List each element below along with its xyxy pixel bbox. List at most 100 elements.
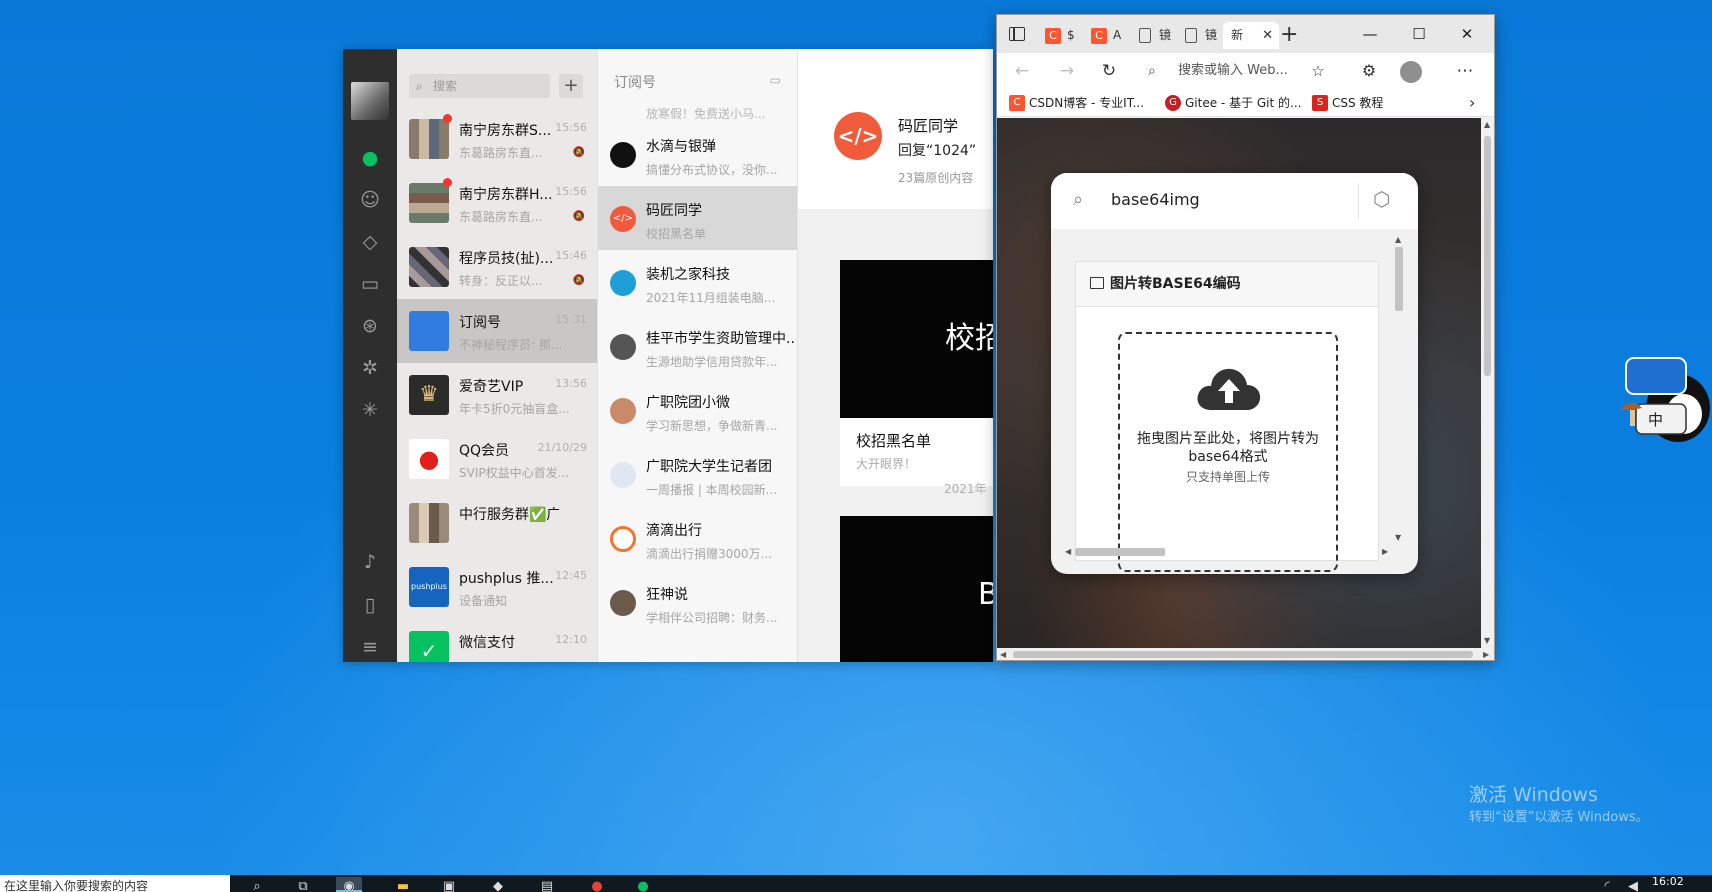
new-tab-button[interactable]: + — [1280, 23, 1298, 47]
article-card[interactable]: 校招 校招黑名单 大开眼界！ — [840, 260, 993, 486]
bookmark-gitee[interactable]: G Gitee - 基于 Git 的... — [1165, 94, 1301, 112]
forward-icon[interactable]: → — [1052, 58, 1082, 84]
scroll-thumb[interactable] — [1484, 136, 1491, 376]
task-view-icon[interactable]: ⧉ — [290, 877, 316, 892]
taskbar-search[interactable]: 在这里输入你要搜索的内容 — [0, 875, 230, 892]
more-menu-icon[interactable]: ⋯ — [1450, 58, 1480, 84]
scroll-down-icon[interactable]: ▼ — [1395, 533, 1401, 542]
dropzone-hint: 只支持单图上传 — [1185, 470, 1270, 484]
chat-item[interactable]: 程序员技(扯)... 15:46 转身：反正以... 🔕 — [397, 235, 597, 299]
add-button[interactable]: + — [559, 74, 583, 98]
popup-vertical-scrollbar[interactable]: ▲ ▼ — [1392, 235, 1406, 545]
chevron-right-icon[interactable]: › — [1469, 93, 1475, 112]
menu-icon[interactable]: ≡ — [355, 634, 385, 660]
account-logo[interactable]: </> — [834, 112, 882, 160]
scroll-thumb[interactable] — [1075, 548, 1165, 556]
subscription-item[interactable]: 滴滴出行 滴滴出行捐赠3000万... — [598, 506, 798, 570]
settings-icon[interactable]: ⬡ — [1373, 187, 1390, 211]
scroll-up-icon[interactable]: ▲ — [1395, 235, 1401, 244]
chat-item[interactable]: 中行服务群✅广... — [397, 491, 597, 555]
subscription-name: 狂神说 — [646, 587, 688, 603]
chat-item[interactable]: ♛ 爱奇艺VIP 13:56 年卡5折0元抽盲盒... — [397, 363, 597, 427]
phone-icon[interactable]: ▯ — [355, 592, 385, 618]
tab-strip: C $ C A 镜 镜 新 ✕ + — ☐ ✕ — [997, 15, 1494, 53]
window-icon[interactable]: ▭ — [770, 73, 781, 87]
edge-taskbar-icon[interactable]: ◉ — [336, 877, 362, 892]
article-cover: B — [840, 516, 993, 662]
file-explorer-icon[interactable]: ▬ — [390, 877, 416, 892]
chat-icon[interactable]: ● — [355, 145, 385, 171]
tab-active[interactable]: 新 ✕ — [1223, 22, 1279, 49]
moments-icon[interactable]: ⊛ — [355, 313, 385, 339]
page-vertical-scrollbar[interactable]: ▲ ▼ — [1481, 118, 1494, 648]
tab[interactable]: C $ — [1039, 22, 1085, 49]
mute-icon: 🔕 — [572, 211, 585, 222]
favorite-star-icon[interactable]: ☆ — [1303, 58, 1333, 84]
tab-actions-icon[interactable] — [1009, 27, 1025, 41]
store-icon[interactable]: ▣ — [436, 877, 462, 892]
scroll-right-icon[interactable]: ▶ — [1483, 650, 1489, 659]
article-card[interactable]: B — [840, 516, 993, 662]
terminal-icon[interactable]: ▤ — [534, 877, 560, 892]
scroll-down-icon[interactable]: ▼ — [1484, 636, 1490, 645]
close-window-button[interactable]: ✕ — [1447, 21, 1487, 47]
chat-item[interactable]: ✓ 微信支付 12:10 — [397, 619, 597, 662]
tab[interactable]: 镜 — [1177, 22, 1223, 49]
crown-icon: ♛ — [409, 375, 449, 415]
chat-item[interactable]: ● QQ会员 21/10/29 SVIP权益中心首发... — [397, 427, 597, 491]
subscription-item[interactable]: 广职院大学生记者团 一周播报 | 本周校园新... — [598, 442, 798, 506]
close-tab-icon[interactable]: ✕ — [1262, 22, 1273, 49]
scroll-thumb[interactable] — [1395, 247, 1403, 311]
image-dropzone[interactable]: 拖曳图片至此处，将图片转为base64格式 只支持单图上传 — [1118, 332, 1338, 572]
tab[interactable]: C A — [1085, 22, 1131, 49]
search-input[interactable]: ⌕ 搜索 — [409, 74, 550, 98]
chrome-icon[interactable]: ● — [584, 877, 610, 892]
subscription-preview: 学习新思想，争做新青... — [646, 419, 778, 433]
back-icon[interactable]: ← — [1007, 58, 1037, 84]
chat-item[interactable]: pushplus pushplus 推... 12:45 设备通知 — [397, 555, 597, 619]
tab[interactable]: 镜 — [1131, 22, 1177, 49]
contacts-icon[interactable]: ☺ — [355, 187, 385, 213]
favorites-icon[interactable]: ◇ — [355, 229, 385, 255]
scroll-left-icon[interactable]: ◀ — [1000, 650, 1006, 659]
subscription-item[interactable]: 水滴与银弹 搞懂分布式协议，没你... — [598, 122, 798, 186]
chat-preview: 转身：反正以... — [459, 274, 543, 288]
chat-time: 13:56 — [555, 377, 587, 390]
channels-icon[interactable]: ✲ — [355, 355, 385, 381]
avatar[interactable] — [351, 82, 389, 120]
search-icon[interactable]: ⌕ — [244, 877, 270, 892]
subscription-item[interactable]: </> 码匠同学 校招黑名单 — [598, 186, 798, 250]
miniprogram-icon[interactable]: ✳ — [355, 397, 385, 423]
wechat-taskbar-icon[interactable]: ● — [630, 877, 656, 892]
music-icon[interactable]: ♪ — [355, 549, 385, 575]
subscription-item[interactable]: 装机之家科技 2021年11月组装电脑... — [598, 250, 798, 314]
taskbar-clock[interactable]: 16:02 — [1652, 875, 1684, 889]
scroll-right-icon[interactable]: ▶ — [1382, 547, 1388, 556]
chat-item[interactable]: 南宁房东群H... 15:56 东葛路房东直... 🔕 — [397, 171, 597, 235]
app-icon[interactable]: ◆ — [485, 877, 511, 892]
chat-item[interactable]: 南宁房东群S... 15:56 东葛路房东直... 🔕 — [397, 107, 597, 171]
scroll-left-icon[interactable]: ◀ — [1065, 547, 1071, 556]
chat-time: 12:45 — [555, 569, 587, 582]
bookmark-css[interactable]: S CSS 教程 — [1312, 94, 1383, 112]
refresh-icon[interactable]: ↻ — [1094, 58, 1124, 84]
minimize-button[interactable]: — — [1350, 21, 1390, 47]
subscription-item[interactable]: 广职院团小微 学习新思想，争做新青... — [598, 378, 798, 442]
popup-horizontal-scrollbar[interactable]: ◀ ▶ — [1065, 545, 1390, 559]
popup-search-bar: ⌕ base64img ⬡ — [1051, 173, 1418, 229]
volume-icon[interactable]: ◀ — [1620, 877, 1646, 892]
scroll-up-icon[interactable]: ▲ — [1484, 120, 1490, 129]
chat-item[interactable]: 订阅号 15:31 不神秘程序员: 那... — [397, 299, 597, 363]
network-icon[interactable]: ◜ — [1594, 877, 1620, 892]
popup-search-input[interactable]: base64img — [1111, 190, 1200, 209]
folder-icon[interactable]: ▭ — [355, 271, 385, 297]
bookmark-csdn[interactable]: C CSDN博客 - 专业IT... — [1009, 94, 1144, 112]
maximize-button[interactable]: ☐ — [1399, 21, 1439, 47]
page-horizontal-scrollbar[interactable]: ◀ ▶ — [997, 648, 1494, 660]
subscription-item[interactable]: 狂神说 学相伴公司招聘：财务... — [598, 570, 798, 634]
desktop-mascot-image[interactable]: 中 — [1618, 348, 1712, 448]
extensions-icon[interactable]: ⚙ — [1354, 58, 1384, 84]
profile-avatar[interactable] — [1400, 61, 1422, 83]
scroll-thumb[interactable] — [1013, 651, 1473, 658]
subscription-item[interactable]: 桂平市学生资助管理中... 生源地助学信用贷款年... — [598, 314, 798, 378]
